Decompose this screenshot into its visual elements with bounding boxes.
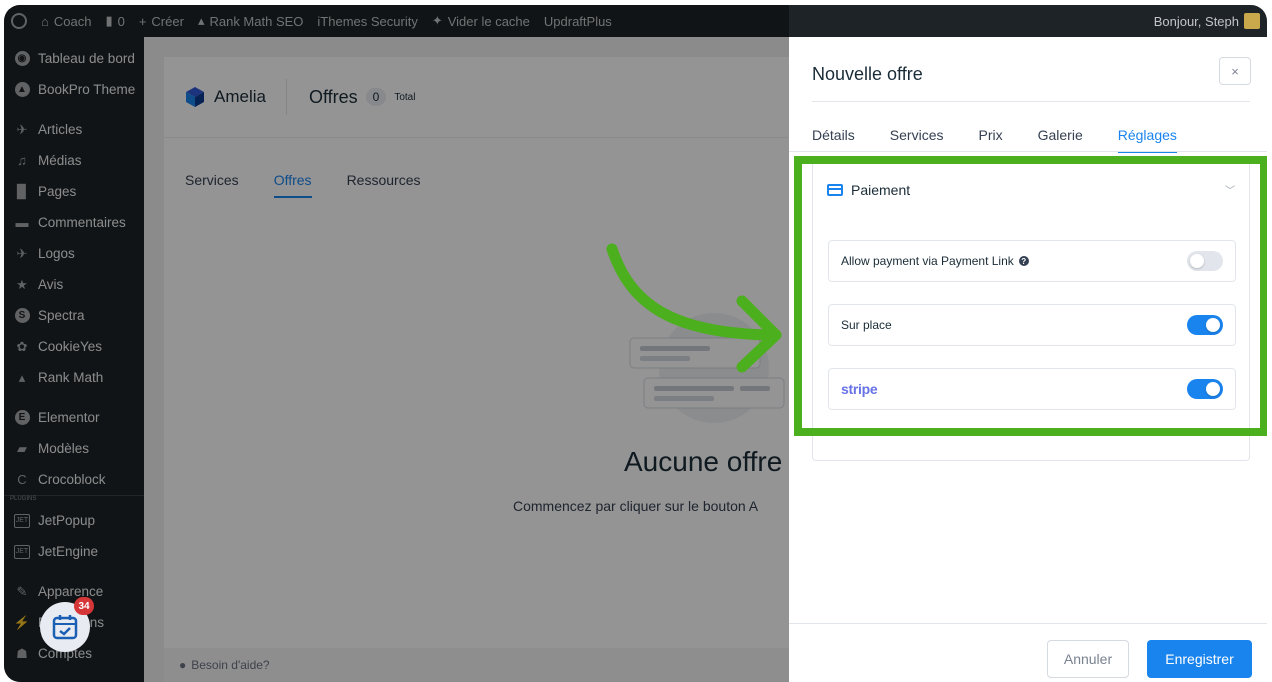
save-button[interactable]: Enregistrer bbox=[1147, 640, 1252, 678]
tab-services[interactable]: Services bbox=[890, 127, 944, 153]
divider bbox=[812, 101, 1250, 102]
dialog-footer: Annuler Enregistrer bbox=[789, 623, 1267, 682]
dialog-tabs: Détails Services Prix Galerie Réglages bbox=[812, 127, 1212, 153]
divider bbox=[789, 151, 1267, 152]
dialog-title: Nouvelle offre bbox=[812, 64, 923, 84]
screen: ⌂ Coach ▮ 0 + Créer ▴ Rank Math SEO iThemes … bbox=[4, 5, 1267, 682]
tab-details[interactable]: Détails bbox=[812, 127, 855, 153]
cancel-button[interactable]: Annuler bbox=[1047, 640, 1129, 678]
tab-reglages[interactable]: Réglages bbox=[1117, 127, 1177, 153]
notification-count: 34 bbox=[74, 597, 94, 615]
close-button[interactable]: × bbox=[1219, 57, 1251, 85]
calendar-check-icon bbox=[52, 615, 78, 640]
tab-prix[interactable]: Prix bbox=[978, 127, 1002, 153]
highlight-box bbox=[794, 156, 1267, 436]
greeting: Bonjour, Steph bbox=[1153, 13, 1239, 29]
annotation-arrow-icon bbox=[606, 243, 782, 373]
close-icon: × bbox=[1231, 63, 1239, 79]
avatar bbox=[1244, 13, 1260, 29]
tab-galerie[interactable]: Galerie bbox=[1038, 127, 1083, 153]
account-link[interactable]: Bonjour, Steph bbox=[1147, 5, 1267, 37]
